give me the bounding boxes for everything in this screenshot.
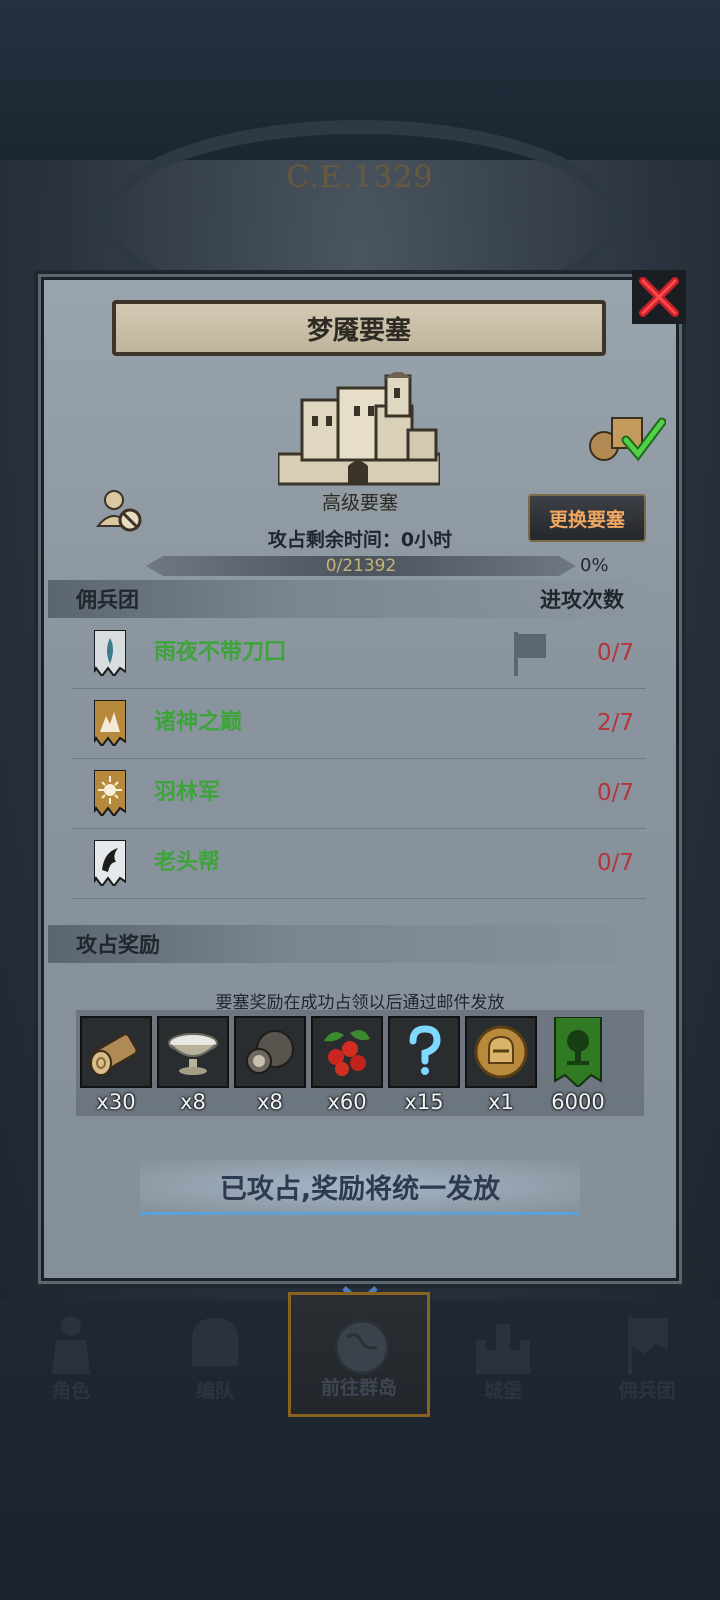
knight-icon [52, 1316, 90, 1374]
mercenary-row[interactable]: 诸神之巅 2/7 [72, 688, 646, 759]
claimed-status-bar: 已攻占,奖励将统一发放 [140, 1160, 580, 1215]
attack-count: 2/7 [596, 710, 634, 736]
loot-claimed-icon [589, 417, 666, 462]
nav-item-character[interactable]: 角色 [0, 1292, 142, 1417]
reward-qty: x15 [404, 1090, 444, 1114]
fortress-type-label: 高级要塞 [321, 492, 398, 514]
reward-qty: x8 [180, 1090, 206, 1114]
reward-item[interactable]: x1 [465, 1016, 537, 1116]
mountain-banner-icon [94, 700, 126, 746]
attack-count: 0/7 [596, 780, 634, 806]
attack-count: 0/7 [596, 640, 634, 666]
flag-icon [514, 632, 546, 676]
truffle-icon [246, 1030, 294, 1074]
nav-label: 城堡 [483, 1380, 522, 1402]
nav-item-castle[interactable]: 城堡 [432, 1292, 574, 1417]
sun-banner-icon [94, 770, 126, 816]
reward-list: x30 x8 x8 x60 x15 x1 6000 [76, 1010, 644, 1116]
reward-item[interactable]: x8 [157, 1016, 229, 1116]
reward-item[interactable]: x8 [234, 1016, 306, 1116]
close-button[interactable] [632, 270, 686, 324]
mercenary-header-label: 佣兵团 [76, 588, 139, 612]
banner-nav-icon [628, 1316, 668, 1374]
nav-label: 佣兵团 [618, 1380, 676, 1402]
nav-label: 编队 [195, 1380, 234, 1402]
mercenary-row[interactable]: 羽林军 0/7 [72, 758, 646, 829]
bottom-nav: 角色 编队 前往群岛 城堡 佣兵团 [0, 1292, 720, 1417]
mercenary-name: 雨夜不带刀囗 [154, 640, 287, 665]
helmet-coin-icon [474, 1025, 528, 1079]
reward-qty: x8 [257, 1090, 283, 1114]
nav-label: 角色 [51, 1380, 90, 1402]
reward-section-header: 攻占奖励 [48, 925, 652, 963]
nav-item-formation[interactable]: 编队 [144, 1292, 286, 1417]
time-remaining-label: 攻占剩余时间：0小时 [267, 529, 453, 551]
mystery-question-icon [409, 1025, 441, 1075]
feather-banner-icon [94, 630, 126, 676]
castle-nav-icon [476, 1324, 530, 1374]
mercenary-row[interactable]: 老头帮 0/7 [72, 828, 646, 899]
no-garrison-icon [96, 490, 142, 532]
reward-item[interactable]: x15 [388, 1016, 460, 1116]
attack-count-header-label: 进攻次数 [540, 588, 624, 612]
mercenary-name: 诸神之巅 [154, 710, 243, 735]
reward-qty: x1 [488, 1090, 514, 1114]
mercenary-row[interactable]: 雨夜不带刀囗 0/7 [72, 618, 646, 689]
mercenary-section-header: 佣兵团 进攻次数 [48, 580, 652, 618]
reward-qty: x60 [327, 1090, 367, 1114]
silver-bowl-icon [168, 1033, 218, 1075]
reward-header-label: 攻占奖励 [76, 933, 160, 957]
progress-text: 0/21392 [325, 556, 397, 576]
helmet-icon [192, 1318, 238, 1366]
nav-item-archipelago[interactable]: 前往群岛 [288, 1292, 430, 1417]
change-fortress-button[interactable]: 更换要塞 [528, 494, 646, 542]
mercenary-name: 羽林军 [154, 780, 221, 805]
reward-qty: 6000 [551, 1090, 605, 1114]
reward-item[interactable]: 6000 [542, 1016, 614, 1116]
wood-log-icon [90, 1033, 138, 1076]
reward-item[interactable]: x30 [80, 1016, 152, 1116]
era-label: C.E.1329 [286, 160, 434, 195]
reward-item[interactable]: x60 [311, 1016, 383, 1116]
close-icon [639, 277, 679, 317]
progress-percent: 0% [580, 555, 609, 576]
dialog-title: 梦魇要塞 [112, 300, 606, 356]
globe-icon [334, 1319, 390, 1375]
reward-qty: x30 [96, 1090, 136, 1114]
mercenary-name: 老头帮 [154, 850, 221, 875]
attack-count: 0/7 [596, 850, 634, 876]
tree-banner-icon [554, 1017, 602, 1087]
castle-icon [278, 372, 440, 486]
wolf-banner-icon [94, 840, 126, 886]
berries-icon [324, 1030, 370, 1076]
nav-item-mercenary[interactable]: 佣兵团 [576, 1292, 718, 1417]
